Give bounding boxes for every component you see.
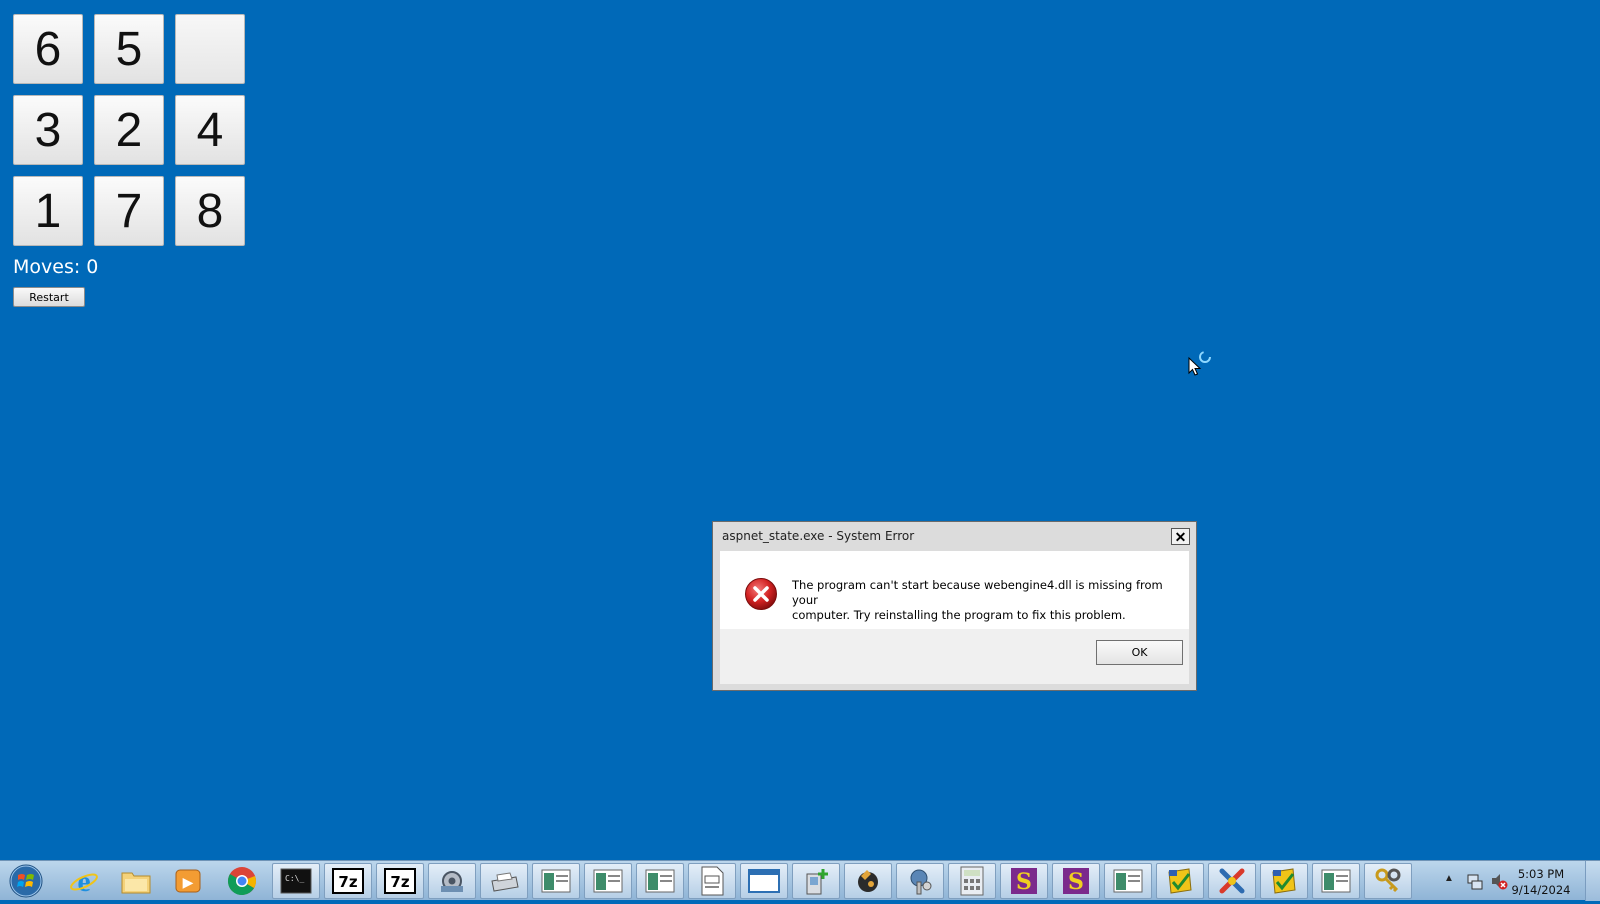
calculator-icon[interactable]	[948, 863, 996, 899]
document-icon[interactable]	[688, 863, 736, 899]
network-icon[interactable]	[1466, 872, 1484, 895]
system-error-dialog: aspnet_state.exe - System Error ✕ The pr…	[712, 521, 1197, 691]
chrome-icon[interactable]	[218, 863, 266, 899]
error-icon	[744, 577, 778, 616]
puzzle-tile[interactable]: 2	[94, 95, 164, 165]
7zip-icon[interactable]: 7z	[376, 863, 424, 899]
folder-icon[interactable]	[112, 863, 160, 899]
dialog-message: The program can't start because webengin…	[792, 578, 1172, 623]
media-player-icon[interactable]: ▶	[164, 863, 212, 899]
game-icon[interactable]	[844, 863, 892, 899]
s-app-icon[interactable]: S	[1052, 863, 1100, 899]
window-icon[interactable]	[740, 863, 788, 899]
dialog-titlebar[interactable]: aspnet_state.exe - System Error ✕	[713, 522, 1196, 550]
taskbar-item-label: C:\_	[285, 874, 304, 883]
clock-date: 9/14/2024	[1511, 883, 1571, 897]
dialog-message-line: The program can't start because webengin…	[792, 578, 1163, 607]
system-clock[interactable]: 5:03 PM 9/14/2024	[1506, 866, 1576, 898]
windows-logo-icon	[9, 864, 43, 898]
internet-explorer-icon[interactable]: e	[60, 863, 108, 899]
7zip-icon[interactable]: 7z	[324, 863, 372, 899]
puzzle-tile[interactable]: 8	[175, 176, 245, 246]
taskbar-item-label: S	[1016, 869, 1032, 895]
checklist-icon[interactable]	[1156, 863, 1204, 899]
busy-cursor-icon	[1188, 351, 1214, 382]
dialog-title: aspnet_state.exe - System Error	[722, 529, 915, 543]
dialog-message-line: computer. Try reinstalling the program t…	[792, 608, 1126, 622]
add-device-icon[interactable]	[792, 863, 840, 899]
tools-icon[interactable]	[896, 863, 944, 899]
app-window-icon[interactable]	[1104, 863, 1152, 899]
taskbar-item-label: ▶	[183, 875, 194, 891]
show-desktop-button[interactable]	[1585, 861, 1600, 901]
restart-button[interactable]: Restart	[13, 287, 85, 307]
puzzle-tile[interactable]: 1	[13, 176, 83, 246]
taskbar: e ▶ C:\_ 7z 7z S S ▲ 5:03 PM 9/14/2024	[0, 860, 1600, 901]
taskbar-item-label: S	[1068, 869, 1084, 895]
puzzle-tile[interactable]: 7	[94, 176, 164, 246]
tray-expand-icon[interactable]: ▲	[1444, 873, 1454, 884]
puzzle-tile[interactable]: 6	[13, 14, 83, 84]
settings-icon[interactable]	[428, 863, 476, 899]
app-window-icon[interactable]	[1312, 863, 1360, 899]
printer-icon[interactable]	[480, 863, 528, 899]
s-app-icon[interactable]: S	[1000, 863, 1048, 899]
checklist-icon[interactable]	[1260, 863, 1308, 899]
puzzle-empty-tile[interactable]	[175, 14, 245, 84]
taskbar-item-label: e	[77, 865, 90, 897]
command-prompt-icon[interactable]: C:\_	[272, 863, 320, 899]
crossed-tools-icon[interactable]	[1208, 863, 1256, 899]
app-window-icon[interactable]	[532, 863, 580, 899]
keys-icon[interactable]	[1364, 863, 1412, 899]
moves-counter: Moves: 0	[13, 256, 99, 278]
taskbar-item-label: 7z	[390, 873, 409, 891]
app-window-icon[interactable]	[636, 863, 684, 899]
close-icon: ✕	[1174, 528, 1187, 545]
puzzle-tile[interactable]: 4	[175, 95, 245, 165]
ok-button[interactable]: OK	[1096, 640, 1183, 665]
dialog-footer: OK	[720, 629, 1189, 684]
clock-time: 5:03 PM	[1517, 867, 1565, 881]
start-button[interactable]	[6, 863, 46, 899]
app-window-icon[interactable]	[584, 863, 632, 899]
close-button[interactable]: ✕	[1171, 528, 1190, 545]
puzzle-tile[interactable]: 5	[94, 14, 164, 84]
taskbar-item-label: 7z	[338, 873, 357, 891]
puzzle-tile[interactable]: 3	[13, 95, 83, 165]
